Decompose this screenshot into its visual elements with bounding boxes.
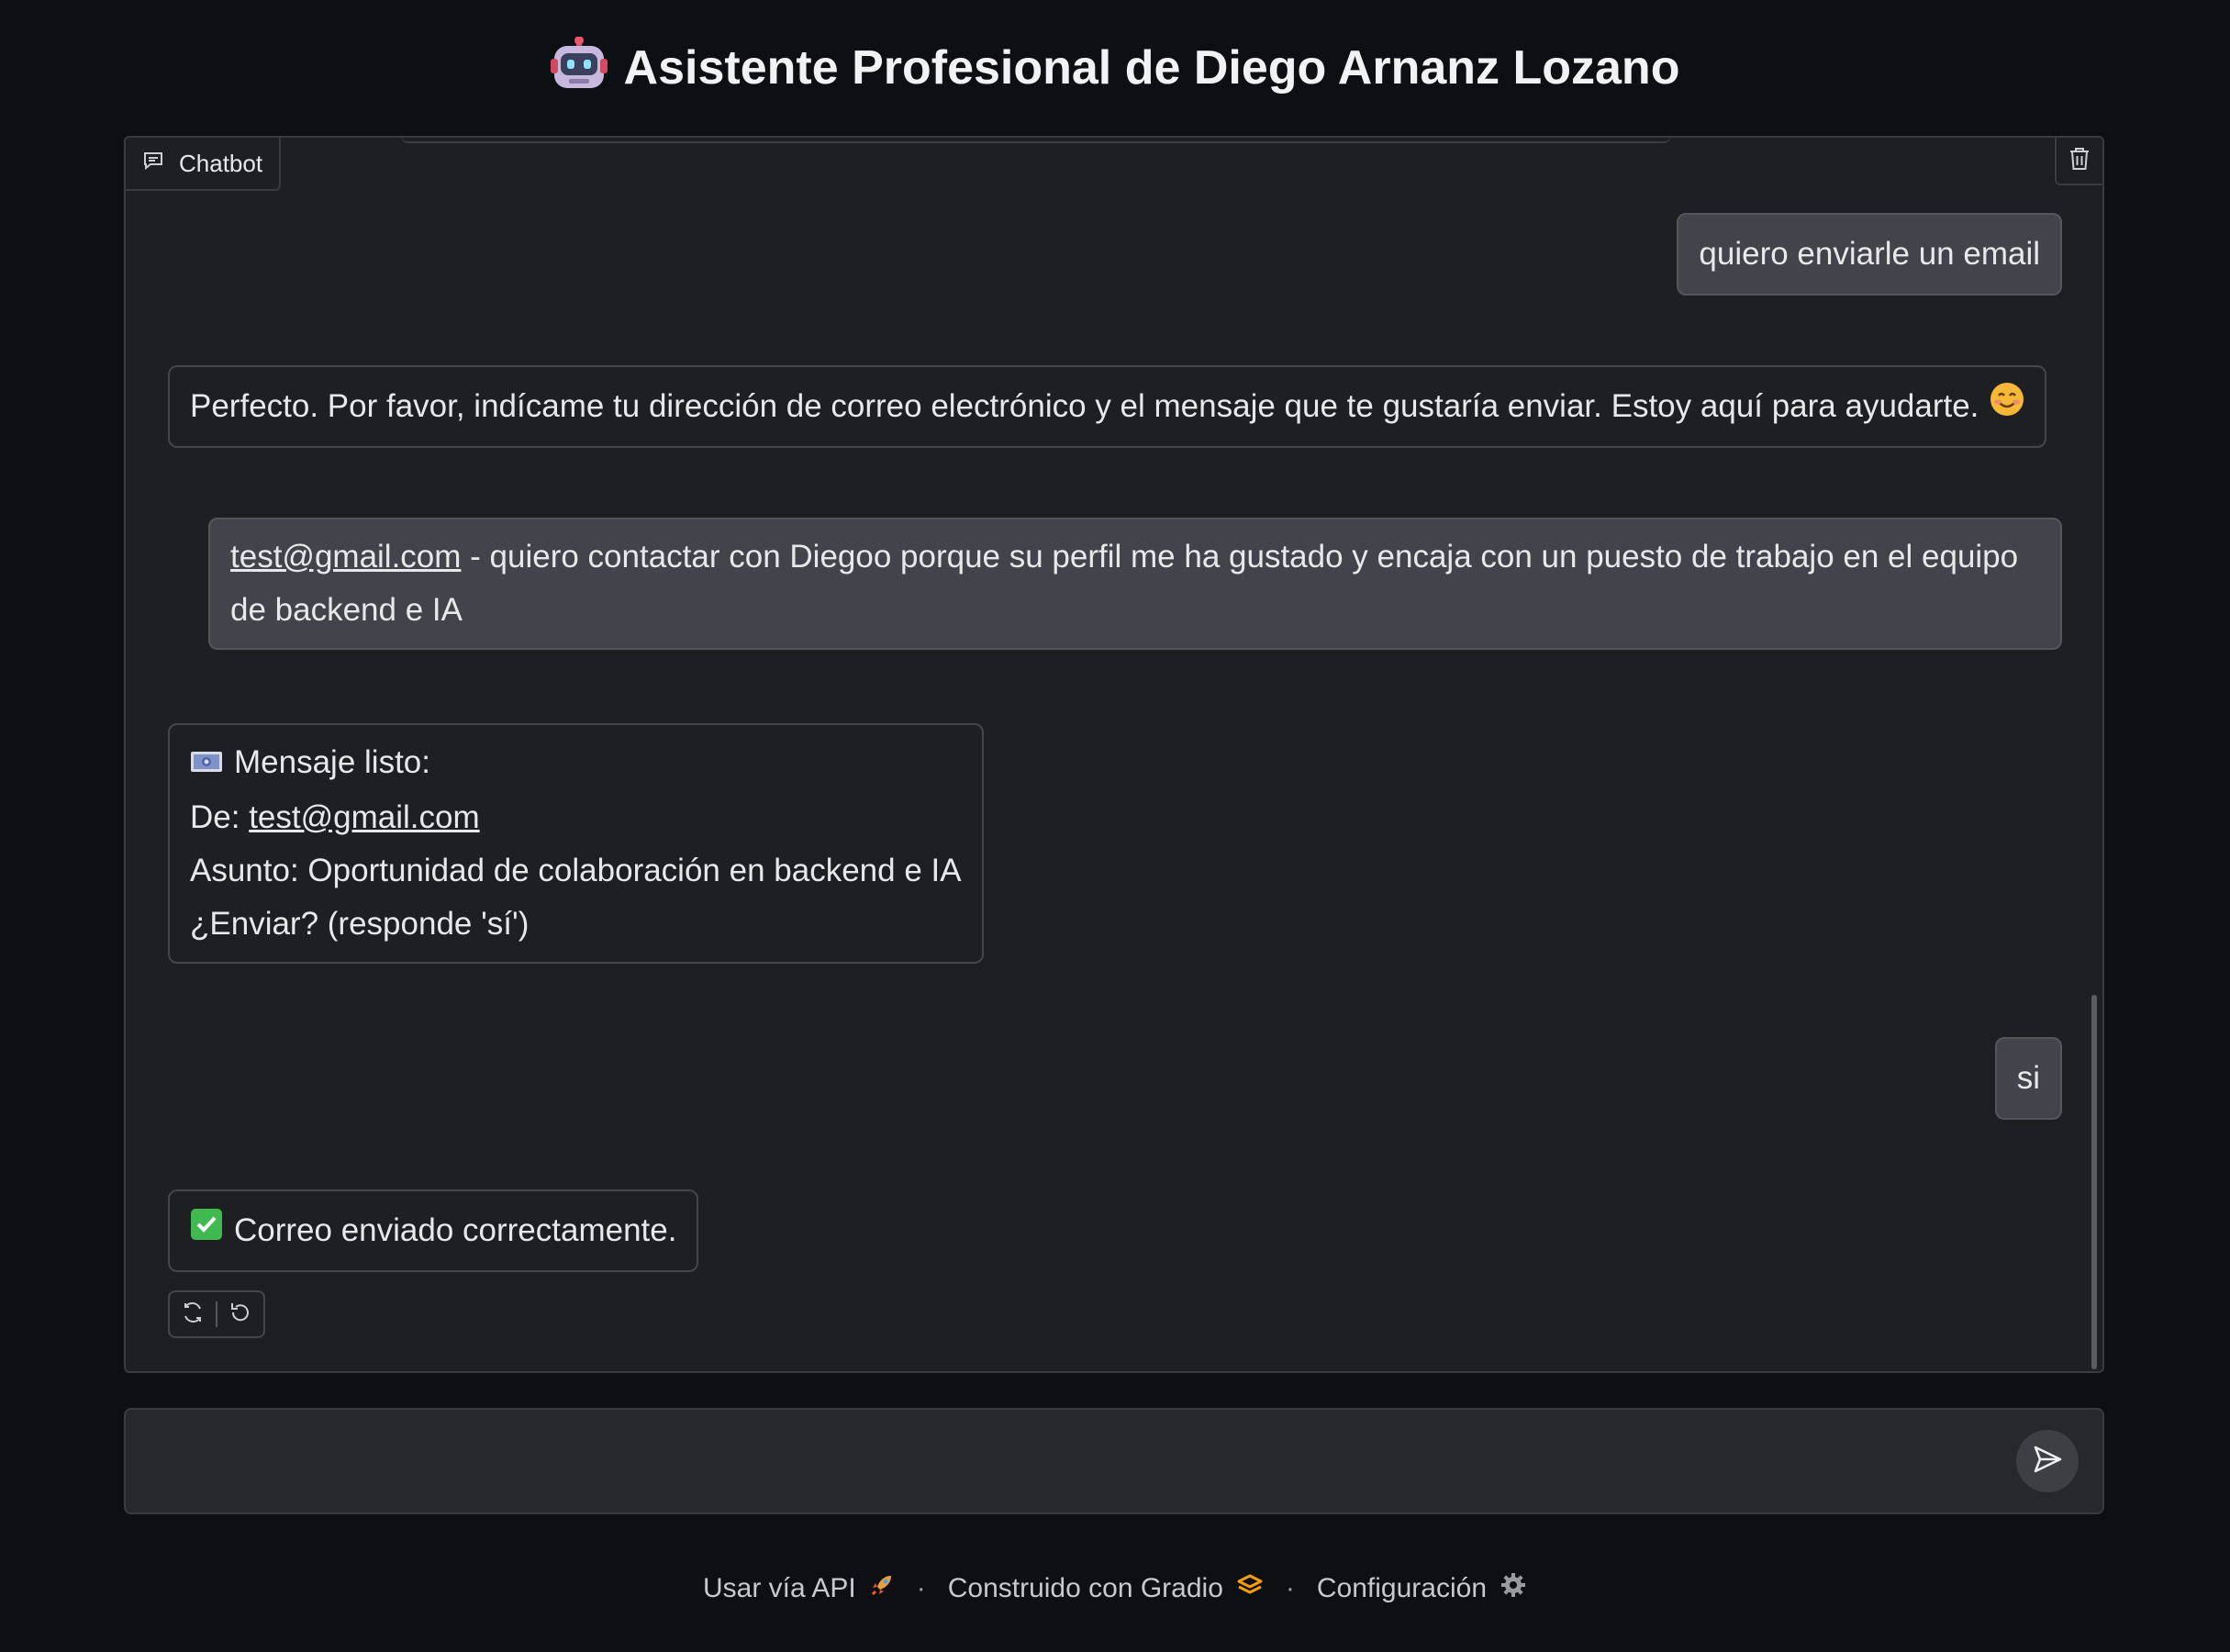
gradio-link[interactable]: Construido con Gradio — [948, 1573, 1264, 1604]
api-link[interactable]: Usar vía API — [703, 1572, 895, 1605]
title-text: Asistente Profesional de Diego Arnanz Lo… — [623, 41, 1680, 95]
clear-chat-button[interactable] — [2055, 138, 2102, 185]
robot-icon — [550, 36, 608, 94]
rocket-icon — [869, 1572, 895, 1605]
check-mark-icon — [190, 1204, 223, 1257]
message-subject: Asunto: Oportunidad de colaboración en b… — [190, 852, 962, 888]
chatbot-panel: Chatbot quiero enviarle un email Perfect… — [124, 136, 2104, 1373]
message-text: Mensaje listo: — [234, 744, 430, 780]
assistant-message: Perfecto. Por favor, indícame tu direcci… — [168, 365, 2047, 448]
footer: Usar vía API · Construido con Gradio · C… — [0, 1571, 2230, 1606]
settings-link-text: Configuración — [1316, 1573, 1488, 1603]
chat-icon — [142, 150, 164, 178]
message-text: - quiero contactar con Diegoo porque su … — [230, 539, 2019, 628]
email-link[interactable]: test@gmail.com — [249, 799, 479, 835]
message-input[interactable] — [144, 1428, 1928, 1498]
message-line: De: test@gmail.com — [190, 791, 962, 844]
chatbot-label: Chatbot — [126, 138, 282, 191]
envelope-icon — [190, 738, 223, 791]
divider — [401, 138, 1671, 143]
user-message: si — [1994, 1037, 2062, 1120]
send-button[interactable] — [2016, 1430, 2079, 1492]
email-link[interactable]: test@gmail.com — [230, 539, 461, 575]
user-message: quiero enviarle un email — [1677, 213, 2062, 296]
user-message: test@gmail.com - quiero contactar con Di… — [208, 518, 2062, 650]
settings-link[interactable]: Configuración — [1317, 1571, 1527, 1606]
retry-button[interactable] — [170, 1292, 216, 1336]
assistant-message: Mensaje listo: De: test@gmail.com Asunto… — [168, 723, 984, 964]
retry-icon — [181, 1300, 205, 1329]
separator-dot: · — [916, 1573, 926, 1603]
message-text: Correo enviado correctamente. — [234, 1212, 677, 1248]
assistant-message: Correo enviado correctamente. — [168, 1189, 699, 1272]
gear-icon — [1500, 1571, 1527, 1606]
undo-icon — [229, 1300, 252, 1329]
scrollbar[interactable] — [2091, 995, 2097, 1369]
message-text: De: — [190, 798, 250, 835]
message-line: Mensaje listo: — [190, 736, 962, 791]
message-confirm: ¿Enviar? (responde 'sí') — [190, 905, 530, 942]
page-title: Asistente Profesional de Diego Arnanz Lo… — [0, 31, 2230, 105]
smiling-face-icon — [1990, 380, 2024, 433]
message-text: quiero enviarle un email — [1699, 236, 2040, 272]
send-icon — [2032, 1444, 2063, 1479]
message-text: Perfecto. Por favor, indícame tu direcci… — [190, 388, 1979, 424]
message-input-box — [124, 1408, 2104, 1514]
message-actions — [168, 1290, 265, 1338]
gradio-logo-icon — [1236, 1573, 1264, 1604]
gradio-link-text: Construido con Gradio — [947, 1573, 1223, 1603]
chatbot-label-text: Chatbot — [179, 149, 263, 177]
api-link-text: Usar vía API — [702, 1573, 856, 1603]
undo-button[interactable] — [217, 1292, 263, 1336]
trash-icon — [2068, 146, 2091, 176]
separator-dot: · — [1285, 1573, 1295, 1603]
message-text: si — [2016, 1060, 2040, 1096]
